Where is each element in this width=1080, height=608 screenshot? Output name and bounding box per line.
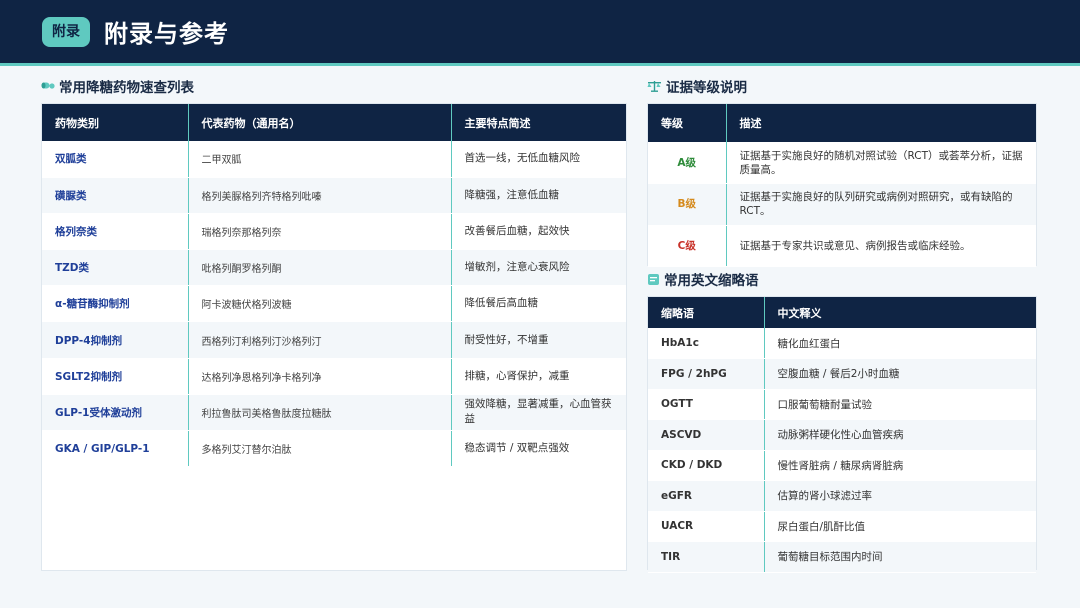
abbr-col-meaning: 中文释义 (764, 297, 1036, 328)
drug-category-cell: GKA / GIP/GLP-1 (42, 430, 189, 468)
table-row: eGFR 估算的肾小球滤过率 (648, 480, 1036, 512)
drug-section-title: 常用降糖药物速查列表 (59, 80, 194, 96)
page-header: 附录 附录与参考 (0, 0, 1080, 66)
abbr-term-cell: CKD / DKD (648, 450, 765, 481)
table-row: CKD / DKD 慢性肾脏病 / 糖尿病肾脏病 (648, 450, 1036, 481)
abbr-meaning-cell: 口服葡萄糖耐量试验 (764, 389, 1036, 420)
evidence-table: 等级 描述 A级 证据基于实施良好的随机对照试验（RCT）或荟萃分析，证据质量高。… (648, 104, 1036, 267)
table-row: B级 证据基于实施良好的队列研究或病例对照研究，或有缺陷的RCT。 (648, 183, 1036, 226)
drug-examples-cell: 二甲双胍 (188, 141, 452, 178)
abbr-col-term: 缩略语 (648, 297, 765, 328)
table-row: DPP-4抑制剂 西格列汀利格列汀沙格列汀 耐受性好，不增重 (42, 321, 626, 359)
evidence-col-grade: 等级 (648, 104, 727, 142)
abbr-meaning-cell: 估算的肾小球滤过率 (764, 480, 1036, 512)
abbr-term-cell: ASCVD (648, 419, 765, 451)
section-badge: 附录 (42, 16, 90, 47)
drug-col-category: 药物类别 (42, 104, 189, 141)
evidence-grade-cell: A级 (648, 142, 727, 184)
drug-examples-cell: 阿卡波糖伏格列波糖 (188, 285, 452, 323)
drug-table-card: 药物类别 代表药物（通用名） 主要特点简述 双胍类 二甲双胍 首选一线，无低血糖风险… (41, 103, 627, 571)
drug-features-cell: 强效降糖，显著减重，心血管获益 (451, 394, 626, 432)
drug-col-features: 主要特点简述 (451, 104, 626, 141)
abbr-section-heading: 常用英文缩略语 (647, 269, 759, 289)
drug-col-examples: 代表药物（通用名） (188, 104, 452, 141)
drug-features-cell: 稳态调节 / 双靶点强效 (451, 430, 626, 468)
table-row: GKA / GIP/GLP-1 多格列艾汀替尔泊肽 稳态调节 / 双靶点强效 (42, 430, 626, 468)
table-row: 双胍类 二甲双胍 首选一线，无低血糖风险 (42, 141, 626, 178)
evidence-section-heading: 证据等级说明 (647, 76, 747, 96)
table-row: HbA1c 糖化血红蛋白 (648, 328, 1036, 359)
drug-category-cell: SGLT2抑制剂 (42, 358, 189, 395)
abbr-term-cell: TIR (648, 541, 765, 573)
drug-category-cell: TZD类 (42, 249, 189, 287)
drug-features-cell: 增敏剂，注意心衰风险 (451, 249, 626, 287)
drug-examples-cell: 西格列汀利格列汀沙格列汀 (188, 321, 452, 359)
drug-examples-cell: 吡格列酮罗格列酮 (188, 249, 452, 287)
table-row: GLP-1受体激动剂 利拉鲁肽司美格鲁肽度拉糖肽 强效降糖，显著减重，心血管获益 (42, 394, 626, 432)
evidence-table-card: 等级 描述 A级 证据基于实施良好的随机对照试验（RCT）或荟萃分析，证据质量高。… (647, 103, 1037, 267)
abbr-meaning-cell: 葡萄糖目标范围内时间 (764, 541, 1036, 573)
drug-features-cell: 降糖强，注意低血糖 (451, 177, 626, 214)
page-title: 附录与参考 (104, 20, 229, 48)
table-row: UACR 尿白蛋白/肌酐比值 (648, 511, 1036, 542)
drug-examples-cell: 多格列艾汀替尔泊肽 (188, 430, 452, 468)
table-row: 格列奈类 瑞格列奈那格列奈 改善餐后血糖，起效快 (42, 213, 626, 251)
drug-examples-cell: 达格列净恩格列净卡格列净 (188, 358, 452, 395)
drug-category-cell: GLP-1受体激动剂 (42, 394, 189, 432)
abbr-term-cell: eGFR (648, 480, 765, 512)
drug-category-cell: 磺脲类 (42, 177, 189, 214)
evidence-desc-cell: 证据基于实施良好的队列研究或病例对照研究，或有缺陷的RCT。 (726, 183, 1036, 226)
drug-section-heading: 常用降糖药物速查列表 (41, 76, 194, 96)
drug-category-cell: DPP-4抑制剂 (42, 321, 189, 359)
evidence-grade-cell: C级 (648, 225, 727, 267)
abbr-meaning-cell: 空腹血糖 / 餐后2小时血糖 (764, 358, 1036, 390)
pill-icon (41, 82, 55, 89)
scale-icon (647, 81, 661, 92)
table-row: A级 证据基于实施良好的随机对照试验（RCT）或荟萃分析，证据质量高。 (648, 142, 1036, 184)
table-row: TIR 葡萄糖目标范围内时间 (648, 541, 1036, 573)
abbr-term-cell: HbA1c (648, 328, 765, 359)
abbr-term-cell: FPG / 2hPG (648, 358, 765, 390)
table-row: α-糖苷酶抑制剂 阿卡波糖伏格列波糖 降低餐后高血糖 (42, 285, 626, 323)
abbr-meaning-cell: 尿白蛋白/肌酐比值 (764, 511, 1036, 542)
evidence-section-title: 证据等级说明 (666, 80, 747, 96)
book-icon (648, 273, 659, 285)
table-row: OGTT 口服葡萄糖耐量试验 (648, 389, 1036, 420)
abbr-term-cell: UACR (648, 511, 765, 542)
drug-features-cell: 首选一线，无低血糖风险 (451, 141, 626, 178)
table-row: FPG / 2hPG 空腹血糖 / 餐后2小时血糖 (648, 358, 1036, 390)
drug-category-cell: 格列奈类 (42, 213, 189, 251)
table-row: ASCVD 动脉粥样硬化性心血管疾病 (648, 419, 1036, 451)
drug-examples-cell: 利拉鲁肽司美格鲁肽度拉糖肽 (188, 394, 452, 432)
abbr-section-title: 常用英文缩略语 (664, 273, 759, 289)
table-row: C级 证据基于专家共识或意见、病例报告或临床经验。 (648, 225, 1036, 267)
drug-features-cell: 耐受性好，不增重 (451, 321, 626, 359)
abbr-table-card: 缩略语 中文释义 HbA1c 糖化血红蛋白 FPG / 2hPG 空腹血糖 / 餐后2… (647, 296, 1037, 573)
evidence-col-desc: 描述 (726, 104, 1036, 142)
drug-features-cell: 降低餐后高血糖 (451, 285, 626, 323)
abbr-term-cell: OGTT (648, 389, 765, 420)
drug-category-cell: α-糖苷酶抑制剂 (42, 285, 189, 323)
abbr-meaning-cell: 糖化血红蛋白 (764, 328, 1036, 359)
abbr-meaning-cell: 慢性肾脏病 / 糖尿病肾脏病 (764, 450, 1036, 481)
abbr-meaning-cell: 动脉粥样硬化性心血管疾病 (764, 419, 1036, 451)
drug-examples-cell: 格列美脲格列齐特格列吡嗪 (188, 177, 452, 214)
table-row: TZD类 吡格列酮罗格列酮 增敏剂，注意心衰风险 (42, 249, 626, 287)
evidence-grade-cell: B级 (648, 183, 727, 226)
evidence-desc-cell: 证据基于实施良好的随机对照试验（RCT）或荟萃分析，证据质量高。 (726, 142, 1036, 184)
drug-features-cell: 改善餐后血糖，起效快 (451, 213, 626, 251)
drug-table: 药物类别 代表药物（通用名） 主要特点简述 双胍类 二甲双胍 首选一线，无低血糖风险… (42, 104, 626, 468)
abbr-table: 缩略语 中文释义 HbA1c 糖化血红蛋白 FPG / 2hPG 空腹血糖 / 餐后2… (648, 297, 1036, 573)
table-row: 磺脲类 格列美脲格列齐特格列吡嗪 降糖强，注意低血糖 (42, 177, 626, 214)
drug-features-cell: 排糖，心肾保护，减重 (451, 358, 626, 395)
drug-category-cell: 双胍类 (42, 141, 189, 178)
drug-examples-cell: 瑞格列奈那格列奈 (188, 213, 452, 251)
table-row: SGLT2抑制剂 达格列净恩格列净卡格列净 排糖，心肾保护，减重 (42, 358, 626, 395)
evidence-desc-cell: 证据基于专家共识或意见、病例报告或临床经验。 (726, 225, 1036, 267)
